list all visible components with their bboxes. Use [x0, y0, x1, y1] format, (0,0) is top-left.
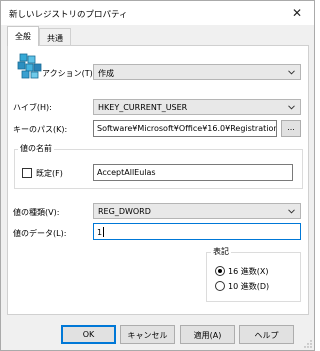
base-group — [206, 252, 301, 302]
tab-general[interactable]: 全般 — [7, 26, 39, 46]
default-checkbox[interactable] — [22, 168, 32, 178]
value-data-input[interactable]: 1 — [93, 223, 301, 240]
resize-grip-icon[interactable] — [304, 340, 312, 348]
chevron-down-icon — [288, 70, 295, 75]
action-label: アクション(T): — [42, 69, 96, 78]
text-caret — [103, 227, 105, 237]
decimal-radio-label: 10 進数(D) — [228, 282, 270, 291]
key-path-label: キーのパス(K): — [13, 125, 68, 134]
ok-button[interactable]: OK — [61, 325, 116, 344]
help-button[interactable]: ヘルプ — [239, 325, 294, 344]
hive-combo[interactable]: HKEY_CURRENT_USER — [93, 99, 301, 115]
close-button[interactable]: ✕ — [284, 3, 310, 23]
action-value: 作成 — [98, 69, 114, 78]
value-name-group-title: 値の名前 — [18, 143, 54, 154]
base-group-title: 表記 — [211, 246, 231, 257]
tab-general-label: 全般 — [15, 32, 31, 41]
action-combo[interactable]: 作成 — [93, 64, 301, 80]
hex-radio-label: 16 進数(X) — [228, 267, 269, 276]
tab-common-label: 共通 — [47, 34, 63, 43]
value-type-value: REG_DWORD — [98, 207, 151, 216]
tab-common[interactable]: 共通 — [39, 28, 71, 46]
window-title: 新しいレジストリのプロパティ — [9, 10, 128, 20]
apply-button[interactable]: 適用(A) — [180, 325, 235, 344]
value-data-label: 値のデータ(L): — [13, 229, 67, 238]
general-tab-panel: アクション(T): 作成 ハイブ(H): HKEY_CURRENT_USER キ… — [7, 45, 309, 315]
registry-icon — [17, 53, 42, 79]
cancel-button[interactable]: キャンセル — [120, 325, 175, 344]
value-data-text: 1 — [97, 228, 103, 237]
hive-label: ハイブ(H): — [13, 103, 52, 112]
value-type-combo[interactable]: REG_DWORD — [93, 203, 301, 219]
key-path-input[interactable]: Software¥Microsoft¥Office¥16.0¥Registrat… — [93, 120, 277, 137]
chevron-down-icon — [288, 105, 295, 110]
value-name-input[interactable]: AcceptAllEulas — [93, 164, 293, 181]
close-icon: ✕ — [291, 6, 303, 20]
default-checkbox-label: 既定(F) — [36, 169, 63, 178]
hex-radio[interactable] — [215, 266, 225, 276]
hive-value: HKEY_CURRENT_USER — [98, 103, 188, 112]
chevron-down-icon — [288, 209, 295, 214]
decimal-radio[interactable] — [215, 281, 225, 291]
value-type-label: 値の種類(V): — [13, 208, 60, 217]
title-bar: 新しいレジストリのプロパティ ✕ — [1, 1, 314, 25]
browse-key-button[interactable]: ... — [281, 120, 301, 137]
properties-dialog: 新しいレジストリのプロパティ ✕ 全般 共通 アクション(T): 作成 ハイブ(… — [0, 0, 315, 351]
